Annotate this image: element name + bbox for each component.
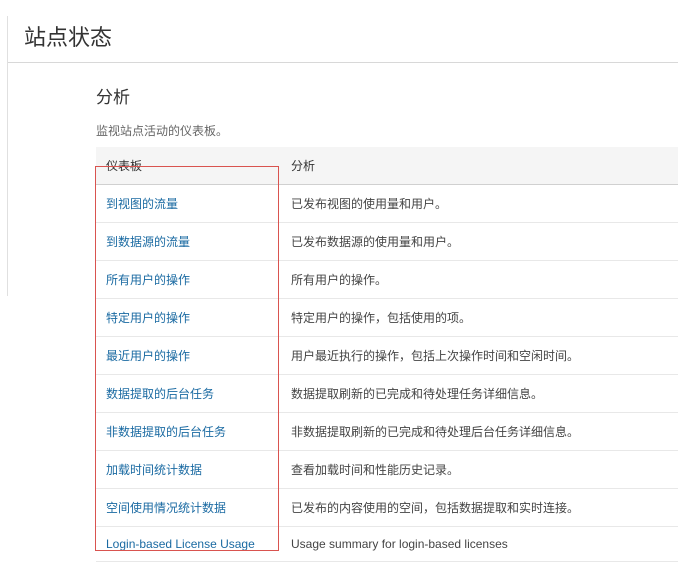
- section-description: 监视站点活动的仪表板。: [96, 122, 678, 139]
- header-dashboard: 仪表板: [96, 147, 281, 185]
- table-row: 空间使用情况统计数据 已发布的内容使用的空间，包括数据提取和实时连接。: [96, 489, 678, 527]
- table-row: 数据提取的后台任务 数据提取刷新的已完成和待处理任务详细信息。: [96, 375, 678, 413]
- dashboard-desc: 已发布的内容使用的空间，包括数据提取和实时连接。: [281, 489, 678, 527]
- title-divider: [0, 62, 678, 63]
- dashboard-link-non-extract-tasks[interactable]: 非数据提取的后台任务: [106, 425, 226, 439]
- dashboard-desc: 用户最近执行的操作，包括上次操作时间和空闲时间。: [281, 337, 678, 375]
- table-row: 加载时间统计数据 查看加载时间和性能历史记录。: [96, 451, 678, 489]
- page-title: 站点状态: [24, 20, 678, 52]
- table-row: Login-based License Usage Usage summary …: [96, 527, 678, 562]
- header-analysis: 分析: [281, 147, 678, 185]
- dashboard-link-load-time-stats[interactable]: 加载时间统计数据: [106, 463, 202, 477]
- dashboard-desc: 非数据提取刷新的已完成和待处理后台任务详细信息。: [281, 413, 678, 451]
- dashboard-link-traffic-datasources[interactable]: 到数据源的流量: [106, 235, 190, 249]
- dashboard-desc: 已发布视图的使用量和用户。: [281, 185, 678, 223]
- table-row: 非数据提取的后台任务 非数据提取刷新的已完成和待处理后台任务详细信息。: [96, 413, 678, 451]
- table-row: 到数据源的流量 已发布数据源的使用量和用户。: [96, 223, 678, 261]
- dashboard-desc: 已发布数据源的使用量和用户。: [281, 223, 678, 261]
- dashboards-table: 仪表板 分析 到视图的流量 已发布视图的使用量和用户。 到数据源的流量 已发布数…: [96, 147, 678, 562]
- left-border-sliver: [0, 16, 8, 296]
- table-row: 最近用户的操作 用户最近执行的操作，包括上次操作时间和空闲时间。: [96, 337, 678, 375]
- dashboard-link-login-license-usage[interactable]: Login-based License Usage: [106, 537, 255, 551]
- dashboard-desc: 所有用户的操作。: [281, 261, 678, 299]
- dashboard-desc: 数据提取刷新的已完成和待处理任务详细信息。: [281, 375, 678, 413]
- dashboard-desc: 查看加载时间和性能历史记录。: [281, 451, 678, 489]
- section-title: 分析: [96, 83, 678, 108]
- dashboard-link-recent-user-actions[interactable]: 最近用户的操作: [106, 349, 190, 363]
- dashboard-desc: Usage summary for login-based licenses: [281, 527, 678, 562]
- table-header-row: 仪表板 分析: [96, 147, 678, 185]
- dashboard-link-extract-tasks[interactable]: 数据提取的后台任务: [106, 387, 214, 401]
- table-row: 特定用户的操作 特定用户的操作，包括使用的项。: [96, 299, 678, 337]
- dashboard-link-traffic-views[interactable]: 到视图的流量: [106, 197, 178, 211]
- dashboard-link-space-usage-stats[interactable]: 空间使用情况统计数据: [106, 501, 226, 515]
- table-row: 到视图的流量 已发布视图的使用量和用户。: [96, 185, 678, 223]
- dashboard-link-specific-user-actions[interactable]: 特定用户的操作: [106, 311, 190, 325]
- dashboard-link-all-user-actions[interactable]: 所有用户的操作: [106, 273, 190, 287]
- dashboard-desc: 特定用户的操作，包括使用的项。: [281, 299, 678, 337]
- table-row: 所有用户的操作 所有用户的操作。: [96, 261, 678, 299]
